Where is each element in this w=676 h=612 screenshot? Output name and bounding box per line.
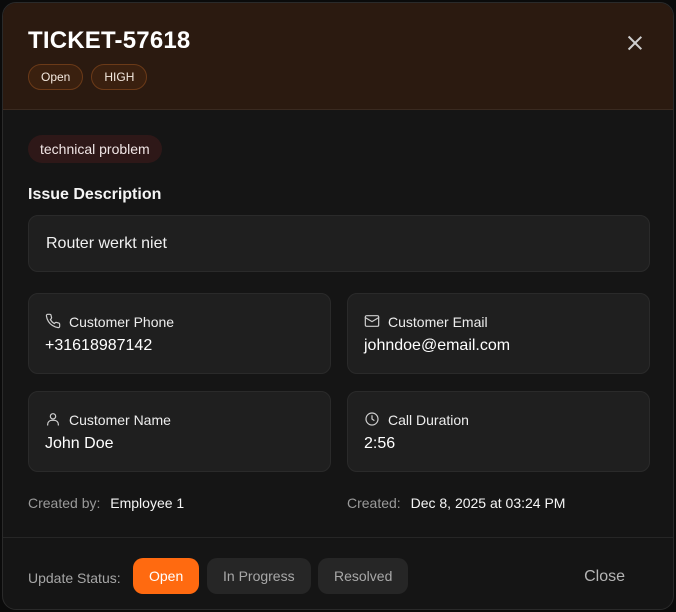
created-by: Created by: Employee 1 (28, 495, 184, 511)
customer-name-card: Customer Name John Doe (28, 391, 331, 472)
issue-description-box: Router werkt niet (28, 215, 650, 272)
user-icon (45, 411, 61, 427)
customer-phone-value: +31618987142 (45, 337, 153, 354)
customer-email-value: johndoe@email.com (364, 337, 511, 354)
update-status-label: Update Status: (28, 570, 121, 586)
call-duration-value: 2:56 (364, 435, 396, 452)
phone-icon (45, 313, 61, 329)
call-duration-label: Call Duration (388, 412, 469, 428)
customer-email-label: Customer Email (388, 314, 488, 330)
status-resolved-button[interactable]: Resolved (318, 558, 409, 594)
status-badge: Open (28, 64, 84, 90)
status-in-progress-button[interactable]: In Progress (207, 558, 311, 594)
ticket-modal: TICKET-57618 Open HIGH technical problem… (2, 2, 674, 610)
created-date: Created: Dec 8, 2025 at 03:24 PM (347, 495, 565, 511)
created-by-label: Created by: (28, 495, 101, 511)
customer-name-value: John Doe (45, 435, 114, 452)
close-button[interactable]: Close (584, 568, 625, 586)
created-by-value: Employee 1 (110, 495, 185, 511)
call-duration-card: Call Duration 2:56 (347, 391, 650, 472)
modal-footer: Update Status: Open In Progress Resolved… (3, 537, 673, 609)
issue-description-heading: Issue Description (28, 186, 162, 203)
customer-email-card: Customer Email johndoe@email.com (347, 293, 650, 374)
created-value: Dec 8, 2025 at 03:24 PM (410, 495, 566, 511)
status-badges: Open HIGH (28, 64, 148, 90)
priority-badge: HIGH (91, 64, 148, 90)
clock-icon (364, 411, 380, 427)
modal-header: TICKET-57618 Open HIGH (3, 3, 673, 110)
category-tag: technical problem (28, 135, 162, 163)
customer-phone-card: Customer Phone +31618987142 (28, 293, 331, 374)
customer-name-label: Customer Name (69, 412, 171, 428)
created-label: Created: (347, 495, 401, 511)
close-icon[interactable] (625, 33, 645, 53)
customer-phone-label: Customer Phone (69, 314, 175, 330)
ticket-title: TICKET-57618 (28, 27, 191, 54)
issue-description-text: Router werkt niet (46, 234, 167, 252)
mail-icon (364, 313, 380, 329)
status-open-button[interactable]: Open (133, 558, 200, 594)
